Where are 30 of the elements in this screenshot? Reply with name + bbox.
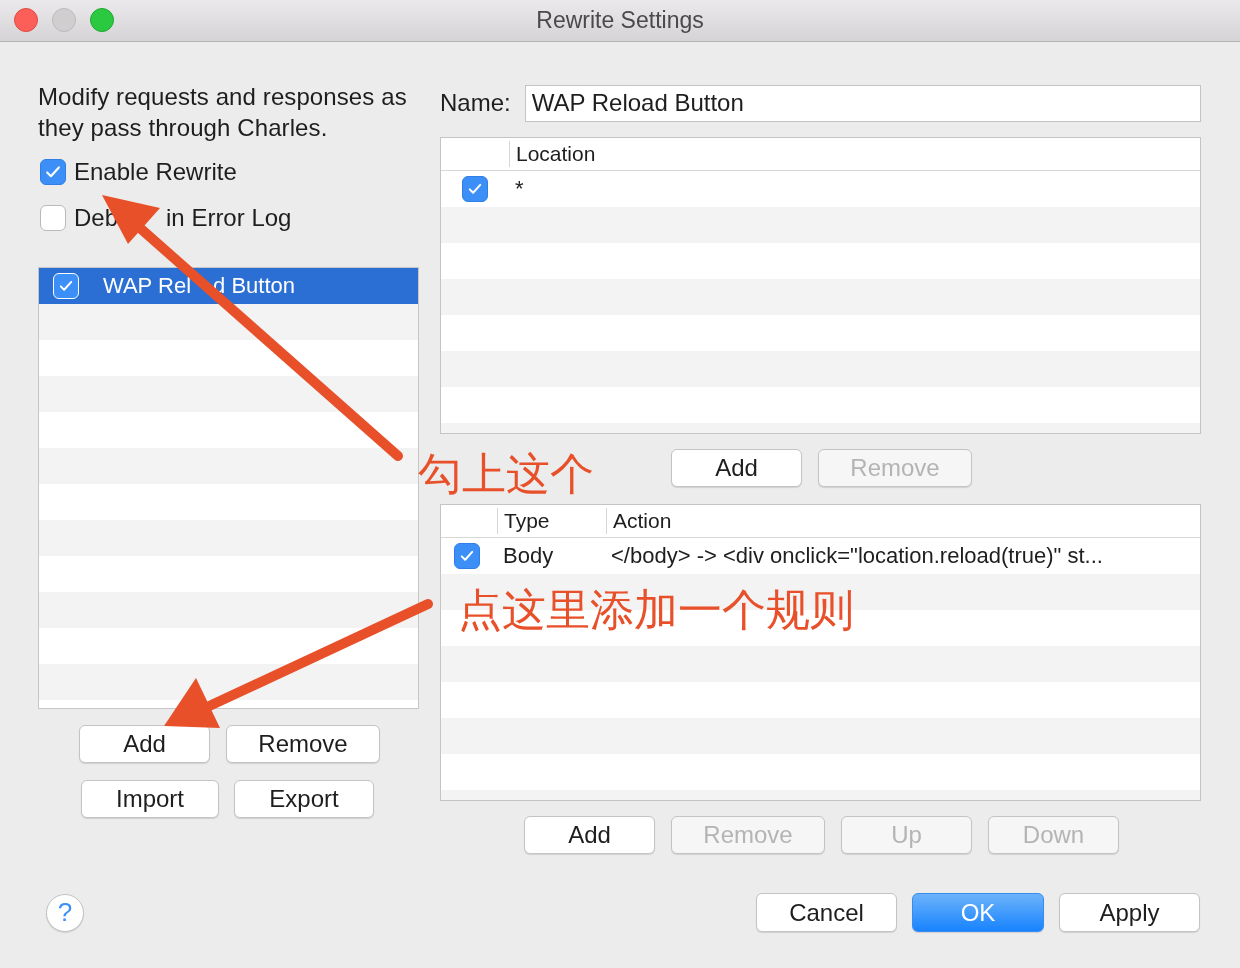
annotation-text: 勾上这个 — [418, 452, 594, 496]
checkbox[interactable] — [40, 205, 66, 231]
checkbox[interactable] — [40, 159, 66, 185]
button[interactable]: Add — [524, 816, 655, 854]
checkbox-label: Enable Rewrite — [74, 158, 237, 186]
button[interactable]: Add — [671, 449, 802, 487]
column-header[interactable]: Location — [509, 141, 1200, 167]
checkbox-label: in Error Log — [166, 204, 292, 232]
column-header[interactable]: Action — [606, 508, 1200, 534]
description-text: Modify requests and responses as they pass through Charles. — [38, 82, 408, 143]
zoom-icon[interactable] — [90, 8, 114, 32]
annotation-text: 点这里添加一个规则 — [458, 588, 854, 632]
checkbox[interactable] — [454, 543, 480, 569]
table-cell-text: </body> -> <div onclick="location.reload(true)" st... — [610, 543, 1104, 569]
button[interactable]: Import — [81, 780, 219, 818]
column-header[interactable]: Type — [497, 508, 606, 534]
button[interactable]: Export — [234, 780, 374, 818]
window-title: Rewrite Settings — [536, 7, 704, 34]
table-cell-text: * — [514, 176, 524, 202]
checkbox[interactable] — [462, 176, 488, 202]
button[interactable]: Cancel — [756, 893, 897, 932]
list-item-label: WAP Rel — [103, 273, 192, 299]
close-icon[interactable] — [14, 8, 38, 32]
button[interactable]: Remove — [226, 725, 380, 763]
table-cell-text: Body — [502, 543, 555, 569]
minimize-icon — [52, 8, 76, 32]
name-field[interactable]: WAP Reload Button — [524, 84, 1201, 122]
name-label: Name: — [440, 89, 511, 117]
button[interactable]: Add — [79, 725, 210, 763]
button[interactable]: Apply — [1059, 893, 1200, 932]
